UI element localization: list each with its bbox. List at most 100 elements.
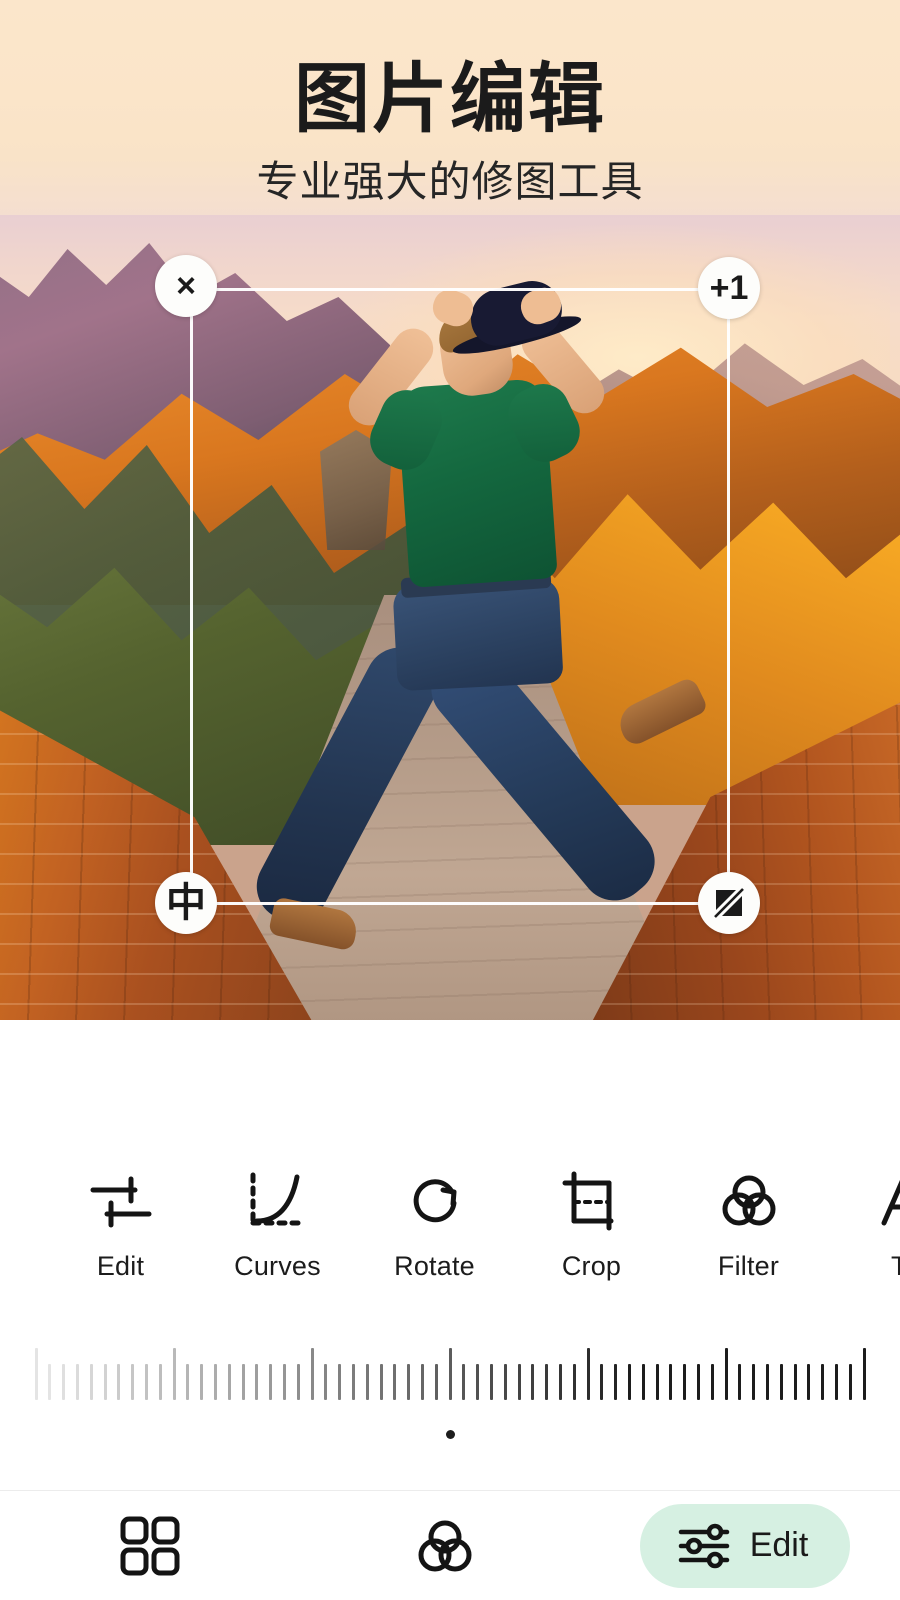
ruler-tick (131, 1364, 135, 1400)
tool-crop[interactable]: Crop (513, 1165, 670, 1282)
page-title: 图片编辑 (294, 57, 606, 142)
ruler-tick (255, 1364, 259, 1400)
ruler-tick (531, 1364, 535, 1400)
ruler-tick (75, 1364, 79, 1400)
page-subtitle: 专业强大的修图工具 (256, 158, 644, 205)
ruler-tick (379, 1364, 383, 1400)
ruler-tick (420, 1364, 424, 1400)
tool-rotate[interactable]: Rotate (356, 1165, 513, 1282)
curves-icon (247, 1165, 309, 1237)
ruler-ticks[interactable] (0, 1338, 900, 1400)
ruler-tick-major (586, 1348, 590, 1400)
ruler-tick (793, 1364, 797, 1400)
ruler-tick-major (310, 1348, 314, 1400)
sliders-alt-icon (678, 1523, 730, 1569)
close-icon: × (176, 267, 196, 305)
ruler-tick (834, 1364, 838, 1400)
hero-header: 图片编辑 专业强大的修图工具 (0, 0, 900, 218)
filter-circles-icon (719, 1165, 779, 1237)
ruler-tick (213, 1364, 217, 1400)
ruler-tick (503, 1364, 507, 1400)
tool-edit[interactable]: Edit (42, 1165, 199, 1282)
ruler-tick-major (862, 1348, 866, 1400)
ruler-tick (752, 1364, 756, 1400)
ruler-tick (407, 1364, 411, 1400)
ruler-tick (62, 1364, 66, 1400)
ruler-tick (186, 1364, 190, 1400)
ruler-tick (393, 1364, 397, 1400)
sliders-icon (89, 1165, 153, 1237)
jumping-man (244, 274, 745, 952)
tool-label: Curves (234, 1251, 321, 1281)
ruler-tick (572, 1364, 576, 1400)
tool-label: Edit (96, 1251, 145, 1281)
ruler-tick-major (34, 1348, 38, 1400)
filter-circles-icon (414, 1515, 476, 1577)
ruler-tick (696, 1364, 700, 1400)
ruler-tick (821, 1364, 825, 1400)
ruler-tick (517, 1364, 521, 1400)
ruler-tick-major (724, 1348, 728, 1400)
tool-filter[interactable]: Filter (670, 1165, 827, 1282)
center-icon: 中 (166, 881, 206, 925)
nav-item-edit-wrap: Edit (590, 1503, 900, 1588)
tool-strip[interactable]: Edit Curves Rotate Crop Filter T (0, 1165, 900, 1310)
ruler-tick (807, 1364, 811, 1400)
ruler-tick (669, 1364, 673, 1400)
adjust-ruler[interactable] (0, 1338, 900, 1439)
tool-text[interactable]: Te (827, 1165, 900, 1282)
ruler-tick (365, 1364, 369, 1400)
ruler-tick (227, 1364, 231, 1400)
tool-label: Crop (561, 1251, 622, 1281)
nav-item-edit[interactable]: Edit (639, 1503, 851, 1588)
ruler-tick (462, 1364, 466, 1400)
ruler-tick-major (172, 1348, 176, 1400)
nav-item-filter[interactable] (300, 1515, 590, 1577)
ruler-tick (241, 1364, 245, 1400)
tool-label: Rotate (394, 1251, 475, 1281)
photo-preview[interactable] (0, 215, 900, 1020)
ruler-tick (600, 1364, 604, 1400)
ruler-tick (489, 1364, 493, 1400)
tool-label: Te (891, 1251, 900, 1281)
ruler-tick (296, 1364, 300, 1400)
tool-label: Filter (717, 1251, 780, 1281)
bottom-nav: Edit (0, 1490, 900, 1600)
ruler-tick (641, 1364, 645, 1400)
ruler-tick (338, 1364, 342, 1400)
ruler-tick (683, 1364, 687, 1400)
crop-handle-increment[interactable]: +1 (698, 257, 760, 319)
ruler-tick (324, 1364, 328, 1400)
ruler-tick (558, 1364, 562, 1400)
grid-icon (119, 1515, 181, 1577)
ruler-tick-major (448, 1348, 452, 1400)
ruler-tick (476, 1364, 480, 1400)
nav-item-templates[interactable] (0, 1515, 300, 1577)
crop-icon (561, 1165, 623, 1237)
tool-curves[interactable]: Curves (199, 1165, 356, 1282)
ruler-tick (269, 1364, 273, 1400)
crop-handle-center[interactable]: 中 (155, 872, 217, 934)
increment-icon: +1 (709, 269, 749, 307)
ruler-tick (351, 1364, 355, 1400)
photo-image (0, 215, 900, 1020)
ruler-value-dot (445, 1430, 455, 1439)
ruler-tick (848, 1364, 852, 1400)
ruler-tick (282, 1364, 286, 1400)
contrast-icon (712, 886, 746, 920)
ruler-tick (710, 1364, 714, 1400)
crop-handle-contrast[interactable] (698, 872, 760, 934)
ruler-tick (117, 1364, 121, 1400)
ruler-tick (158, 1364, 162, 1400)
ruler-tick (434, 1364, 438, 1400)
crop-handle-close[interactable]: × (155, 255, 217, 317)
ruler-tick (48, 1364, 52, 1400)
ruler-tick (545, 1364, 549, 1400)
ruler-tick (627, 1364, 631, 1400)
ruler-tick (738, 1364, 742, 1400)
editor-tool-panel: Edit Curves Rotate Crop Filter T (0, 1020, 900, 1440)
man-shoe-front (613, 675, 709, 749)
ruler-tick (89, 1364, 93, 1400)
ruler-tick (655, 1364, 659, 1400)
ruler-tick (200, 1364, 204, 1400)
